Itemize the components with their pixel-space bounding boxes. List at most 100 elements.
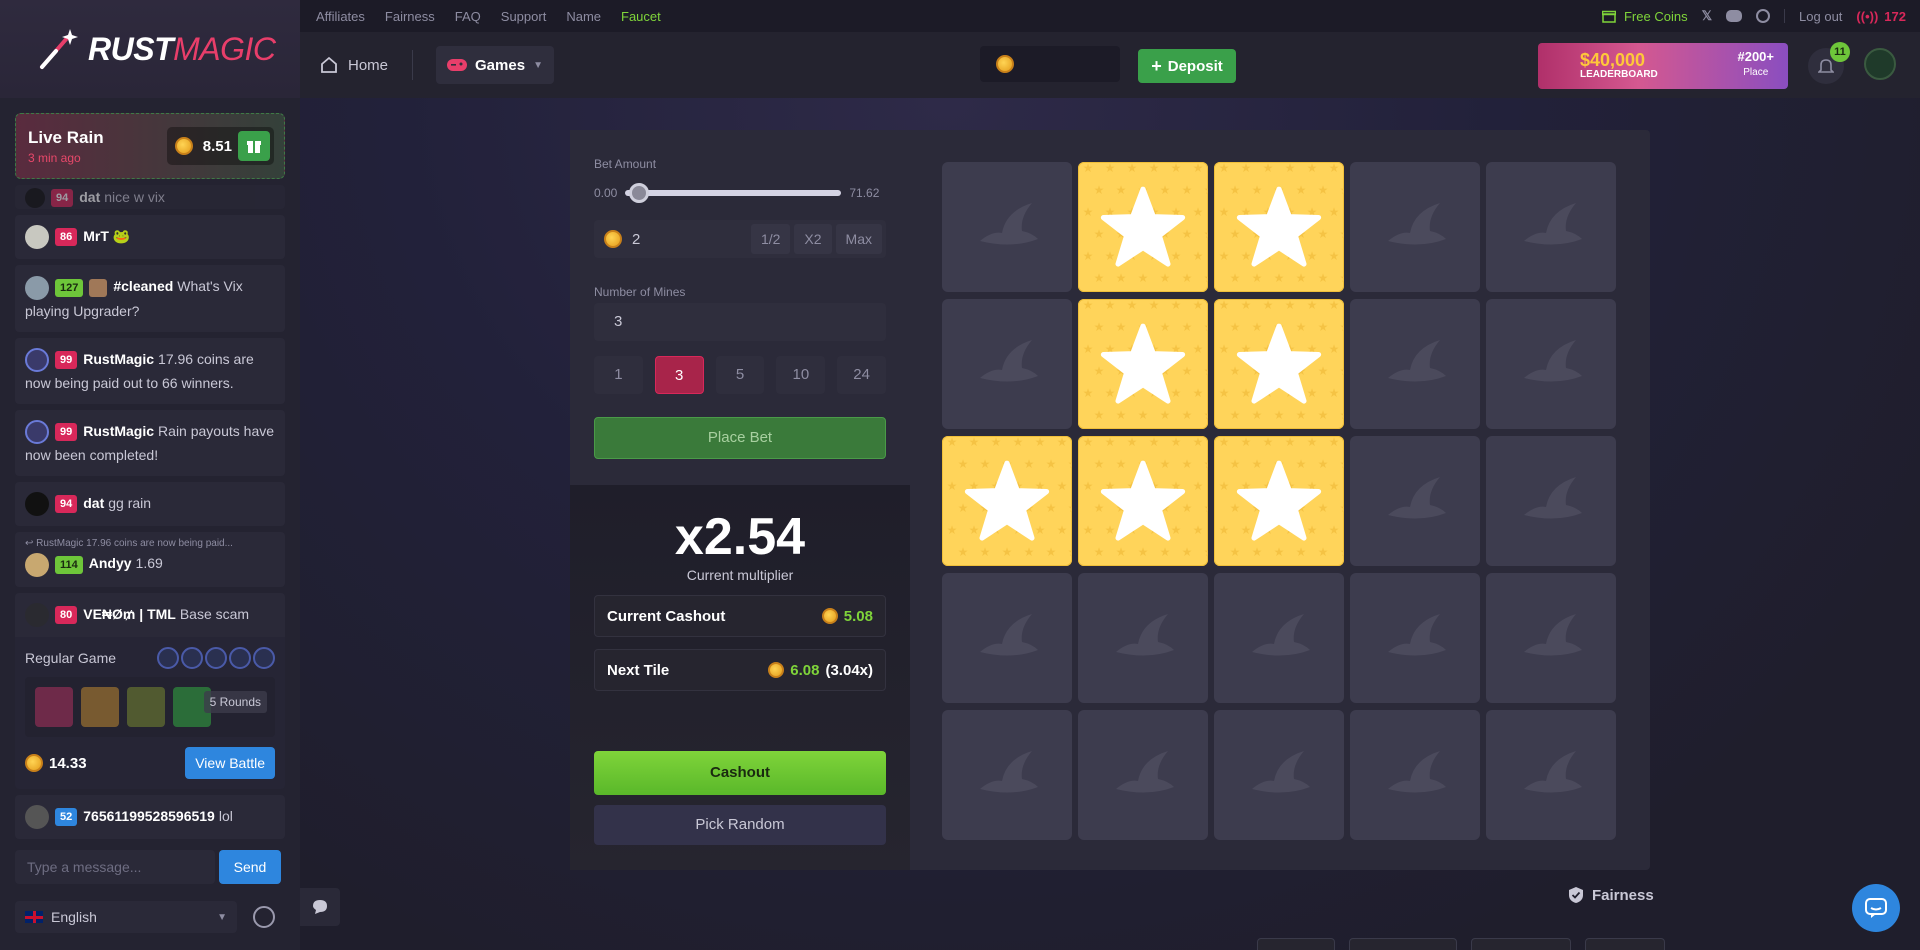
avatar [25,805,49,830]
svg-text:★: ★ [1160,408,1171,422]
svg-text:★: ★ [1127,436,1138,449]
hidden-tile[interactable] [1486,436,1616,566]
svg-text:★: ★ [1083,479,1094,493]
hidden-tile[interactable] [1078,573,1208,703]
cashout-button[interactable]: Cashout [594,751,886,795]
nav-faq[interactable]: FAQ [455,9,481,24]
hidden-tile[interactable] [1214,710,1344,840]
svg-text:★: ★ [1296,408,1307,422]
support-chat-button[interactable] [1852,884,1900,932]
pick-random-button[interactable]: Pick Random [594,805,886,845]
svg-text:★: ★ [991,436,1002,449]
join-rain-button[interactable] [238,131,270,161]
mines-option-24[interactable]: 24 [837,356,887,394]
chat-username[interactable]: dat [79,189,100,205]
hidden-tile[interactable] [1350,436,1480,566]
nav-support[interactable]: Support [501,9,547,24]
nav-affiliates[interactable]: Affiliates [316,9,365,24]
nav-name[interactable]: Name [566,9,601,24]
leaderboard-banner[interactable]: $40,000 LEADERBOARD #200+ Place [1538,43,1788,89]
slider-track[interactable] [625,183,842,203]
hidden-tile[interactable] [1486,710,1616,840]
hidden-tile[interactable] [1214,573,1344,703]
steam-icon[interactable] [1756,9,1771,23]
svg-text:★: ★ [1083,162,1094,175]
half-bet-button[interactable]: 1/2 [750,224,791,254]
hidden-tile[interactable] [1350,573,1480,703]
wizard-hat-icon [1380,471,1450,531]
twitter-icon[interactable]: 𝕏 [1702,8,1712,24]
battle-players [157,647,275,670]
hidden-tile[interactable] [1350,162,1480,292]
wizard-hat-icon [1516,608,1586,668]
coin-icon [174,137,193,155]
hidden-tile[interactable] [1350,299,1480,429]
svg-text:★: ★ [947,436,958,449]
chat-input[interactable]: Type a message... [15,850,215,884]
chevron-down-icon: ▼ [533,59,543,71]
level-badge: 114 [55,555,83,574]
emoji-icon[interactable] [253,906,275,928]
chat-username[interactable]: VE₦Ø₥ | TML [83,606,176,622]
bet-amount-input[interactable]: 2 1/2 X2 Max [594,220,886,258]
mines-option-3[interactable]: 3 [654,356,704,394]
hidden-tile[interactable] [942,573,1072,703]
chat-username[interactable]: MrT [83,228,109,244]
bottom-tab[interactable] [1349,938,1457,950]
svg-text:★: ★ [958,545,969,559]
view-battle-button[interactable]: View Battle [185,747,275,780]
hidden-tile[interactable] [1078,710,1208,840]
games-menu-button[interactable]: Games ▼ [436,46,554,84]
max-bet-button[interactable]: Max [835,224,882,254]
chat-username[interactable]: #cleaned [113,278,173,294]
gamepad-icon [447,59,468,71]
logout-link[interactable]: Log out [1799,9,1842,24]
bottom-tab[interactable] [1585,938,1665,950]
deposit-button[interactable]: + Deposit [1138,49,1236,83]
double-bet-button[interactable]: X2 [794,224,832,254]
mines-option-10[interactable]: 10 [776,356,826,394]
chevron-down-icon: ▼ [217,911,227,923]
hidden-tile[interactable] [1486,162,1616,292]
discord-icon[interactable] [1726,10,1743,22]
place-bet-button[interactable]: Place Bet [594,417,886,459]
hidden-tile[interactable] [1486,299,1616,429]
chat-toggle-button[interactable] [300,888,340,926]
top-nav: Affiliates Fairness FAQ Support Name Fau… [300,0,1920,32]
language-select[interactable]: English ▼ [15,901,237,933]
slider-thumb[interactable] [629,183,650,203]
hidden-tile[interactable] [942,710,1072,840]
logo-part-rust: RUST [88,30,174,67]
chat-username[interactable]: RustMagic [83,351,154,367]
reply-preview: ↩ RustMagic 17.96 coins are now being pa… [25,536,275,552]
slider-min: 0.00 [594,186,618,200]
hidden-tile[interactable] [1350,710,1480,840]
logo[interactable]: RUSTMAGIC [0,0,300,98]
bottom-tab[interactable] [1257,938,1335,950]
chat-username[interactable]: Andyy [89,555,132,571]
bottom-tab[interactable] [1471,938,1571,950]
notifications-button[interactable]: 11 [1808,42,1850,84]
rank-label: Place [1743,67,1769,78]
chat-username[interactable]: RustMagic [83,423,154,439]
home-button[interactable]: Home [320,56,388,74]
free-coins-link[interactable]: Free Coins [1601,9,1688,24]
user-avatar[interactable] [1864,48,1896,80]
mines-option-1[interactable]: 1 [594,356,643,394]
nav-fairness[interactable]: Fairness [385,9,435,24]
mines-input[interactable]: 3 [594,303,886,341]
svg-text:★: ★ [1083,386,1094,400]
mines-option-5[interactable]: 5 [715,356,765,394]
nav-faucet[interactable]: Faucet [621,9,661,24]
fairness-link[interactable]: Fairness [1568,886,1654,904]
hidden-tile[interactable] [942,162,1072,292]
hidden-tile[interactable] [1486,573,1616,703]
chat-username[interactable]: 76561199528596519 [83,808,215,824]
send-button[interactable]: Send [219,850,281,884]
svg-text:★: ★ [1105,299,1116,312]
svg-text:★: ★ [1160,271,1171,285]
avatar [25,188,45,209]
hidden-tile[interactable] [942,299,1072,429]
bottom-tabs [1257,938,1665,950]
chat-username[interactable]: dat [83,495,104,511]
